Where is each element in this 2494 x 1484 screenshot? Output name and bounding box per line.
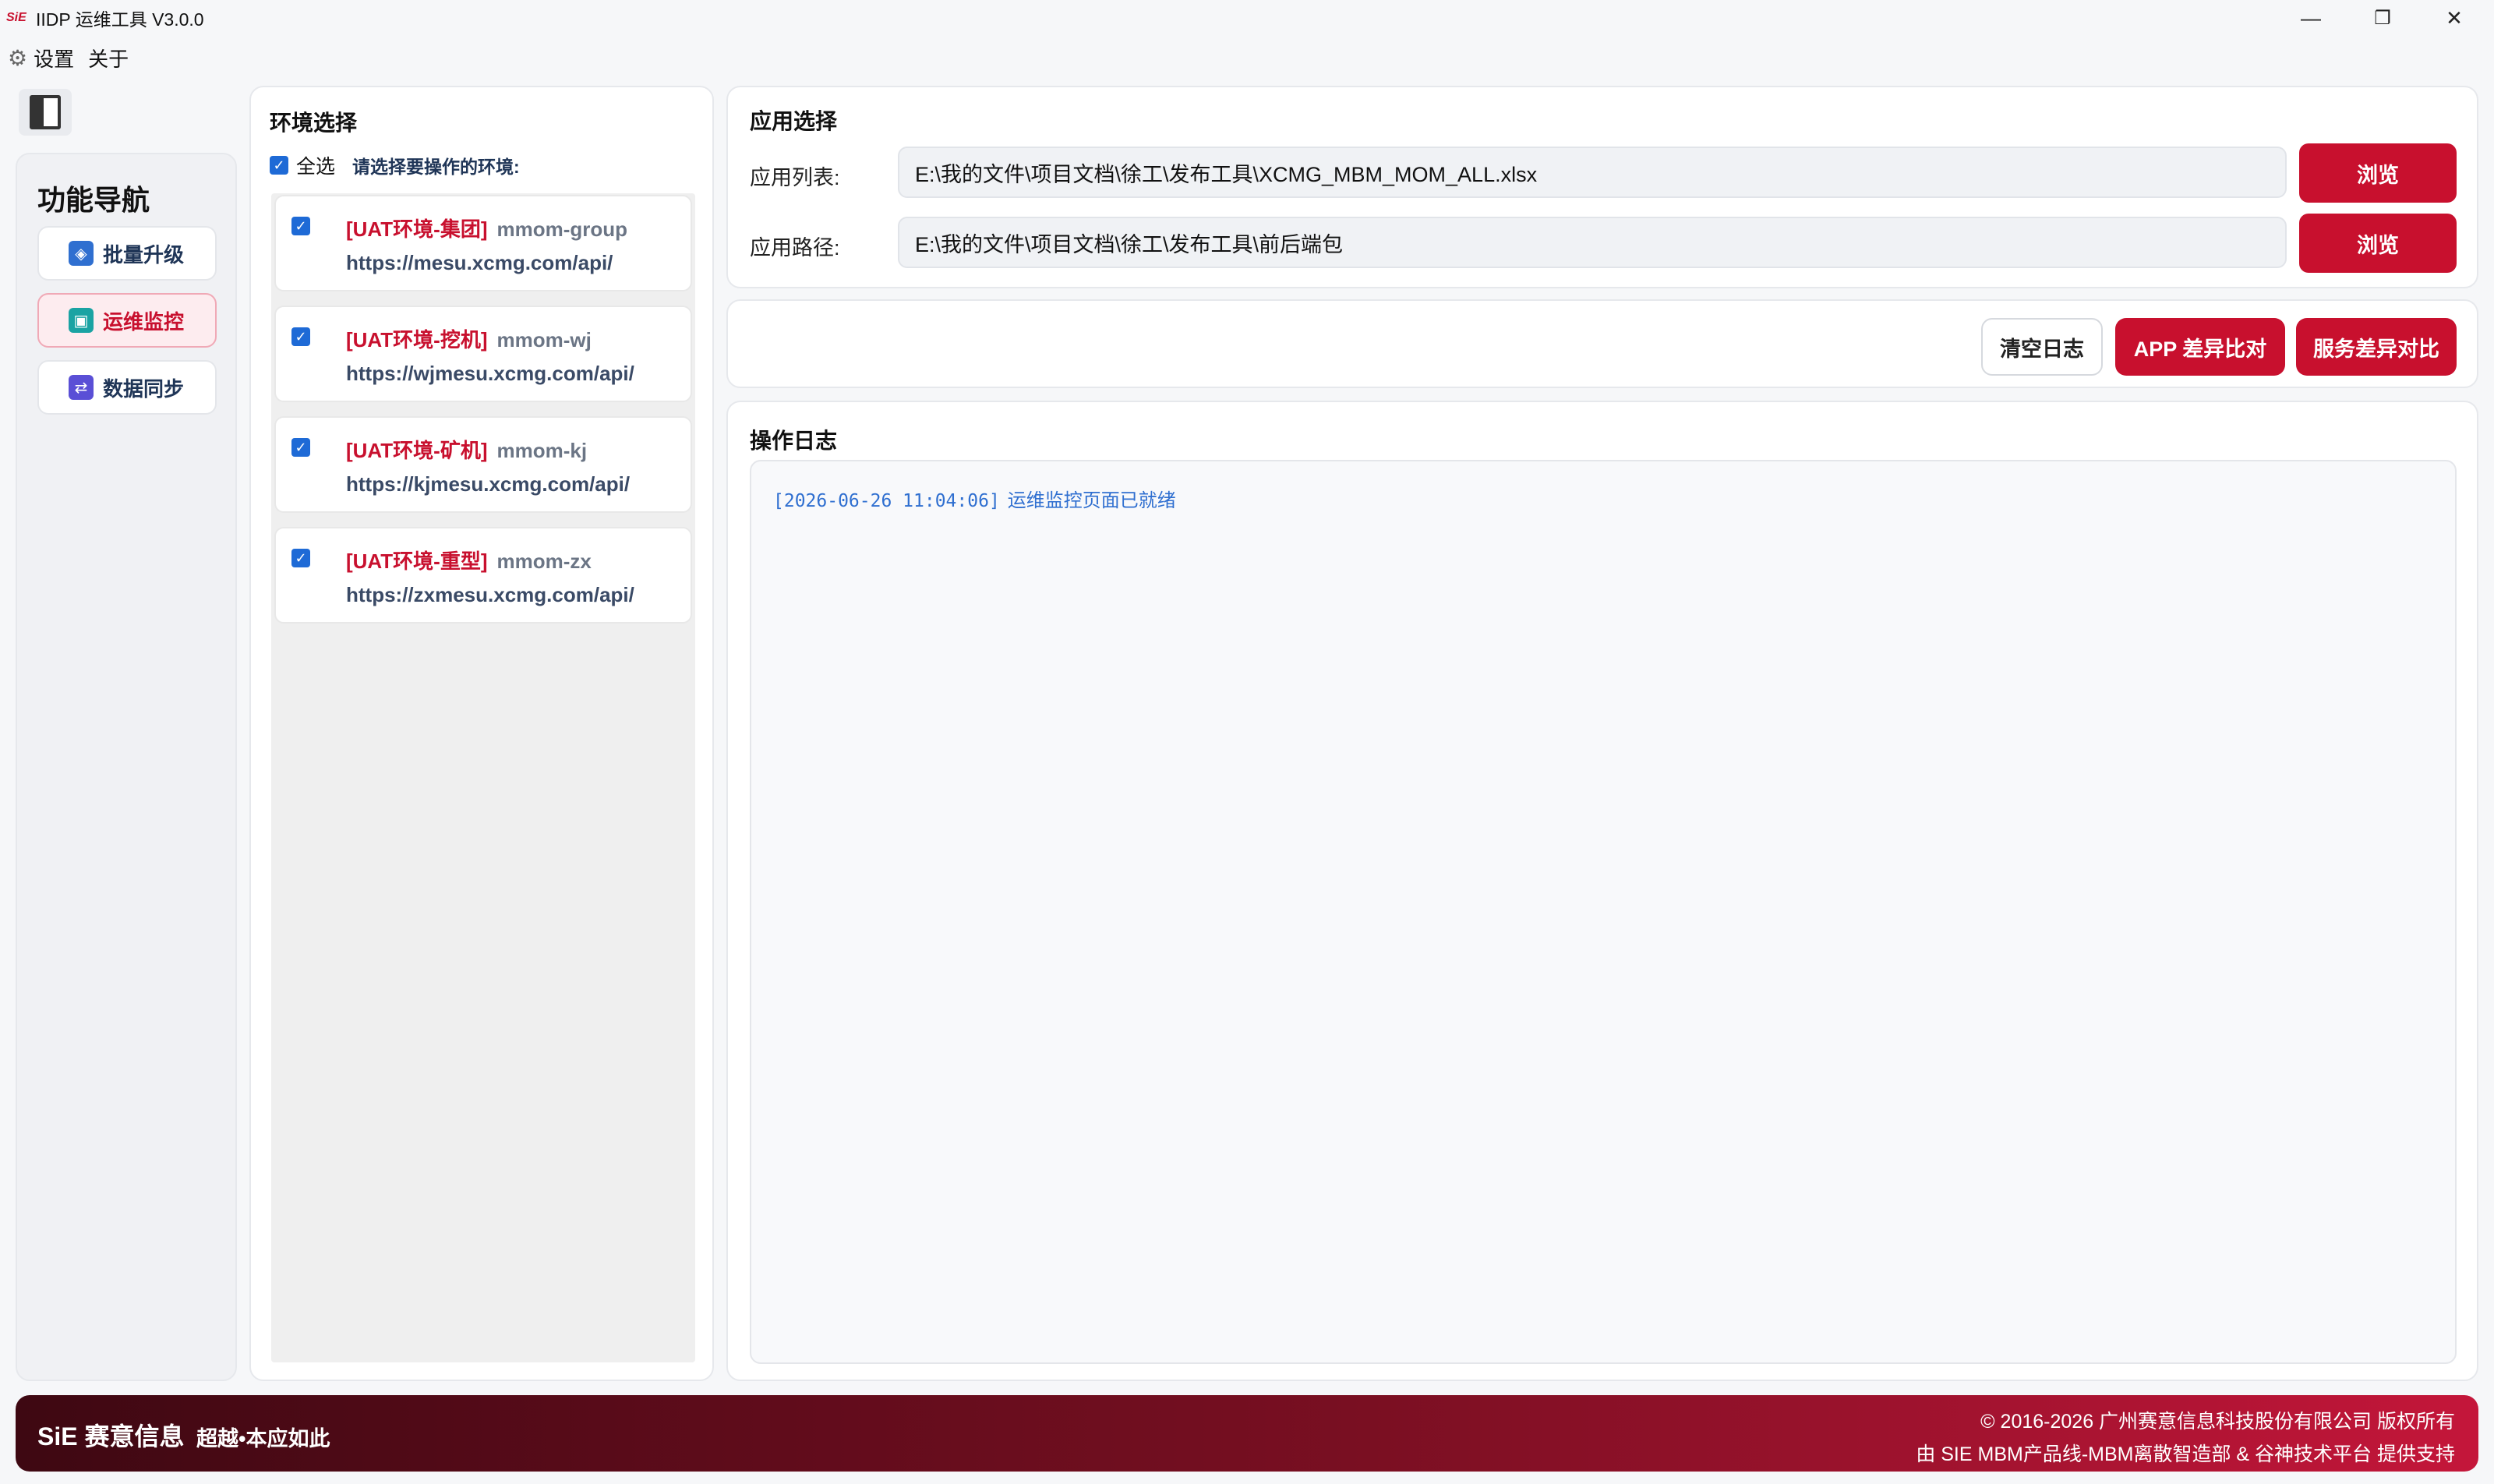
env-code: mmom-wj	[496, 328, 592, 352]
env-name-row: [UAT环境-重型] mmom-zx	[346, 546, 592, 574]
env-checkbox[interactable]: ✓	[291, 549, 310, 567]
env-panel: 环境选择 ✓ 全选 请选择要操作的环境: ✓ [UAT环境-集团] mmom-gr…	[249, 86, 714, 1381]
browse-list-button[interactable]: 浏览	[2299, 143, 2457, 203]
env-hint: 请选择要操作的环境:	[352, 157, 520, 177]
env-name-row: [UAT环境-挖机] mmom-wj	[346, 324, 592, 353]
env-checkbox[interactable]: ✓	[291, 327, 310, 346]
log-timestamp: [2026-06-26 11:04:06]	[773, 491, 1000, 511]
menu-settings[interactable]: 设置	[34, 44, 74, 72]
app-logo: SiE	[6, 11, 26, 24]
app-title: 应用选择	[750, 109, 838, 133]
nav-item-label: 运维监控	[103, 309, 185, 334]
nav-item-batch-upgrade[interactable]: ◈ 批量升级	[37, 226, 217, 281]
browse-path-button[interactable]: 浏览	[2299, 214, 2457, 273]
env-url: https://wjmesu.xcmg.com/api/	[346, 362, 634, 385]
app-list-label: 应用列表:	[750, 166, 840, 189]
env-card[interactable]: ✓ [UAT环境-重型] mmom-zx https://zxmesu.xcmg.…	[274, 527, 692, 624]
env-name-row: [UAT环境-集团] mmom-group	[346, 214, 627, 242]
env-checkbox[interactable]: ✓	[291, 217, 310, 235]
env-title: 环境选择	[270, 111, 358, 135]
nav-item-ops-monitor[interactable]: ▣ 运维监控	[37, 293, 217, 348]
title-bar: SiE IIDP 运维工具 V3.0.0	[0, 0, 2494, 36]
env-code: mmom-kj	[496, 439, 588, 462]
env-card[interactable]: ✓ [UAT环境-矿机] mmom-kj https://kjmesu.xcmg.…	[274, 416, 692, 513]
footer-credit: 由 SIE MBM产品线-MBM离散智造部 & 谷神技术平台 提供支持	[1916, 1443, 2455, 1465]
service-diff-button[interactable]: 服务差异对比	[2296, 318, 2457, 376]
app-path-label: 应用路径:	[750, 236, 840, 260]
env-name: [UAT环境-重型]	[346, 549, 488, 573]
log-title: 操作日志	[750, 429, 838, 453]
app-path-input[interactable]: E:\我的文件\项目文档\徐工\发布工具\前后端包	[898, 217, 2287, 268]
select-all-checkbox[interactable]: ✓	[270, 156, 288, 175]
menu-about[interactable]: 关于	[88, 44, 129, 72]
nav-panel: 功能导航 ◈ 批量升级 ▣ 运维监控 ⇄ 数据同步	[16, 153, 237, 1381]
log-entry: [2026-06-26 11:04:06] 运维监控页面已就绪	[773, 485, 1176, 512]
env-card[interactable]: ✓ [UAT环境-挖机] mmom-wj https://wjmesu.xcmg.…	[274, 306, 692, 402]
footer-brand: SiE 赛意信息	[37, 1422, 185, 1450]
env-url: https://kjmesu.xcmg.com/api/	[346, 472, 631, 496]
env-name: [UAT环境-集团]	[346, 217, 488, 241]
app-list-input[interactable]: E:\我的文件\项目文档\徐工\发布工具\XCMG_MBM_MOM_ALL.xl…	[898, 147, 2287, 198]
window-title: IIDP 运维工具 V3.0.0	[36, 9, 204, 30]
env-list: ✓ [UAT环境-集团] mmom-group https://mesu.xcmg…	[271, 193, 695, 1362]
env-name-row: [UAT环境-矿机] mmom-kj	[346, 435, 587, 464]
nav-title: 功能导航	[37, 184, 150, 216]
select-all-row: ✓ 全选 请选择要操作的环境:	[270, 151, 520, 179]
env-code: mmom-group	[496, 217, 628, 241]
restore-icon: ❐	[2374, 7, 2391, 29]
env-name: [UAT环境-挖机]	[346, 328, 488, 352]
menu-bar: ⚙ 设置 关于	[0, 41, 129, 75]
env-url: https://mesu.xcmg.com/api/	[346, 251, 613, 274]
gear-icon: ⚙	[8, 45, 28, 70]
env-card[interactable]: ✓ [UAT环境-集团] mmom-group https://mesu.xcmg…	[274, 195, 692, 292]
minimize-button[interactable]: —	[2276, 0, 2346, 36]
env-checkbox[interactable]: ✓	[291, 438, 310, 457]
app-panel: 应用选择 应用列表: E:\我的文件\项目文档\徐工\发布工具\XCMG_MBM…	[726, 86, 2478, 288]
layers-icon: ◈	[69, 241, 94, 266]
app-diff-button[interactable]: APP 差异比对	[2115, 318, 2285, 376]
env-code: mmom-zx	[496, 549, 592, 573]
footer-slogan: 超越•本应如此	[196, 1427, 330, 1450]
nav-item-label: 数据同步	[103, 376, 185, 401]
env-url: https://zxmesu.xcmg.com/api/	[346, 583, 634, 606]
sync-icon: ⇄	[69, 375, 94, 400]
maximize-button[interactable]: ❐	[2347, 0, 2418, 36]
close-button[interactable]: ✕	[2419, 0, 2489, 36]
action-panel: 清空日志 APP 差异比对 服务差异对比	[726, 299, 2478, 388]
nav-item-label: 批量升级	[103, 242, 185, 267]
minimize-icon: —	[2301, 5, 2321, 30]
log-panel: 操作日志 [2026-06-26 11:04:06] 运维监控页面已就绪	[726, 401, 2478, 1381]
sidebar-toggle-button[interactable]	[19, 89, 72, 136]
env-name: [UAT环境-矿机]	[346, 439, 488, 462]
log-message: 运维监控页面已就绪	[1007, 489, 1176, 511]
nav-item-data-sync[interactable]: ⇄ 数据同步	[37, 360, 217, 415]
clear-log-button[interactable]: 清空日志	[1981, 318, 2103, 376]
monitor-icon: ▣	[69, 308, 94, 333]
footer-banner: SiE 赛意信息 超越•本应如此 © 2016-2026 广州赛意信息科技股份有…	[16, 1395, 2478, 1472]
log-output[interactable]: [2026-06-26 11:04:06] 运维监控页面已就绪	[750, 460, 2457, 1364]
sidebar-panel-icon	[30, 95, 61, 129]
footer-copyright: © 2016-2026 广州赛意信息科技股份有限公司 版权所有	[1980, 1411, 2455, 1433]
close-icon: ✕	[2446, 5, 2463, 30]
select-all-label[interactable]: 全选	[296, 151, 335, 179]
